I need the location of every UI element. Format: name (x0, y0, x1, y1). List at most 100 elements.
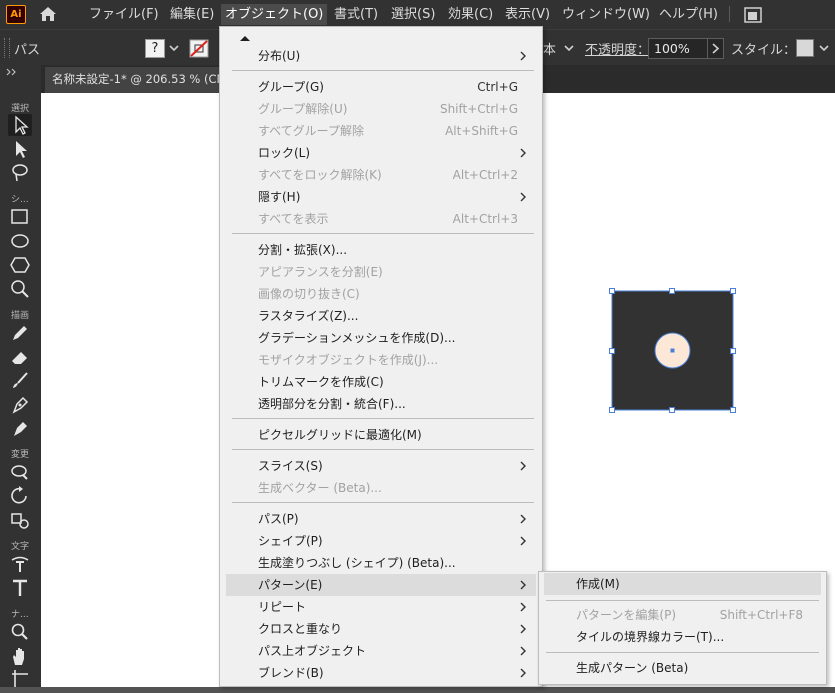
menu-effect[interactable]: 効果(C) (444, 4, 497, 25)
ellipse-icon[interactable] (8, 230, 32, 252)
menu-item-label: 作成(M) (576, 577, 620, 591)
menu-item-shortcut: Alt+Ctrl+3 (452, 212, 518, 226)
menu-item-pattern[interactable]: パターン(E) (226, 574, 536, 596)
menu-item-label: 生成ベクター (Beta)... (258, 481, 382, 495)
menu-item-slice[interactable]: スライス(S) (226, 455, 536, 477)
document-tab[interactable]: 名称未設定-1* @ 206.53 % (CMY (45, 67, 225, 93)
curvature-icon[interactable] (8, 418, 32, 440)
menu-item-label: グループ解除(U) (258, 102, 348, 116)
menu-item-label: アピアランスを分割(E) (258, 265, 383, 279)
puppet-warp-icon[interactable] (8, 509, 32, 531)
menu-separator (232, 70, 534, 71)
menu-item-intertwine[interactable]: クロスと重なり (226, 618, 536, 640)
menu-item-shortcut: Alt+Shift+G (445, 124, 518, 138)
menu-item-label: すべてグループ解除 (258, 124, 364, 138)
menu-item-objects-on-path[interactable]: パス上オブジェクト (226, 640, 536, 662)
menu-item-label: グラデーションメッシュを作成(D)... (258, 331, 456, 345)
menu-item-label: パス上オブジェクト (258, 644, 367, 658)
none-stroke-icon[interactable] (189, 39, 209, 58)
menu-window[interactable]: ウィンドウ(W) (558, 4, 654, 25)
opacity-input[interactable]: 100% (648, 38, 708, 59)
type-icon[interactable] (8, 577, 32, 599)
menu-file[interactable]: ファイル(F) (85, 4, 163, 25)
menubar-divider (729, 6, 730, 22)
submenu-arrow-icon (520, 192, 526, 202)
object-menu: 分布(U) グループ(G) Ctrl+G グループ解除(U) Shift+Ctr… (219, 26, 543, 687)
menu-item-shape[interactable]: シェイプ(P) (226, 530, 536, 552)
submenu-item-edit-pattern: パターンを編集(P) Shift+Ctrl+F8 (544, 604, 821, 626)
menu-object[interactable]: オブジェクト(O) (221, 4, 328, 25)
menu-separator (232, 418, 534, 419)
graphic-style-swatch[interactable] (796, 39, 814, 57)
rotate-icon[interactable] (8, 485, 32, 507)
menu-item-rasterize[interactable]: ラスタライズ(Z)... (226, 305, 536, 327)
menu-item-pixel-grid[interactable]: ピクセルグリッドに最適化(M) (226, 424, 536, 446)
panel-grip (4, 38, 10, 58)
selection-icon[interactable] (8, 114, 32, 136)
menu-item-label: ピクセルグリッドに最適化(M) (258, 428, 422, 442)
menu-help[interactable]: ヘルプ(H) (655, 4, 722, 25)
brush-label: 本 (543, 43, 557, 58)
tool-section-label: 変更 (11, 450, 30, 460)
menu-item-label: モザイクオブジェクトを作成(J)... (258, 353, 439, 367)
menu-item-flatten-transparency[interactable]: 透明部分を分割・統合(F)... (226, 393, 536, 415)
menu-item-label: 分布(U) (258, 49, 301, 63)
scroll-up-arrow-icon[interactable] (239, 31, 251, 41)
unknown-fill-icon[interactable]: ? (145, 39, 165, 58)
zoom-icon[interactable] (8, 621, 32, 643)
home-icon[interactable] (37, 4, 59, 24)
menu-type[interactable]: 書式(T) (330, 4, 382, 25)
chevron-down-icon[interactable] (563, 41, 575, 55)
menu-item-label: 分割・拡張(X)... (258, 243, 348, 257)
submenu-item-tile-edge-color[interactable]: タイルの境界線カラー(T)... (544, 626, 821, 648)
submenu-arrow-icon (520, 536, 526, 546)
menu-item-lock[interactable]: ロック(L) (226, 142, 536, 164)
menu-item-path[interactable]: パス(P) (226, 508, 536, 530)
menu-item-label: トリムマークを作成(C) (258, 375, 384, 389)
eraser-icon[interactable] (8, 346, 32, 368)
chevron-down-icon[interactable] (168, 41, 180, 55)
pen-icon[interactable] (8, 394, 32, 416)
menu-item-label: 隠す(H) (258, 190, 301, 204)
menu-item-expand-appearance: アピアランスを分割(E) (226, 261, 536, 283)
submenu-arrow-icon (520, 646, 526, 656)
direct-selection-icon[interactable] (8, 138, 32, 160)
rectangle-icon[interactable] (8, 206, 32, 228)
type-on-path-icon[interactable] (8, 553, 32, 575)
chevron-down-icon[interactable] (818, 41, 830, 55)
reshape-icon[interactable] (8, 461, 32, 483)
center-point (670, 348, 675, 353)
menu-item-label: 画像の切り抜き(C) (258, 287, 360, 301)
menu-item-label: すべてをロック解除(K) (258, 168, 382, 182)
arrange-documents-icon[interactable] (742, 5, 764, 25)
menu-item-hide[interactable]: 隠す(H) (226, 186, 536, 208)
menu-item-trim-marks[interactable]: トリムマークを作成(C) (226, 371, 536, 393)
menu-item-repeat[interactable]: リピート (226, 596, 536, 618)
menu-item-generative-vector: 生成ベクター (Beta)... (226, 477, 536, 499)
menu-edit[interactable]: 編集(E) (166, 4, 218, 25)
submenu-item-generative-pattern[interactable]: 生成パターン (Beta) (544, 657, 821, 679)
menu-view[interactable]: 表示(V) (501, 4, 554, 25)
shape-builder-icon[interactable] (8, 278, 32, 300)
opacity-label[interactable]: 不透明度： (585, 39, 650, 58)
submenu-arrow-icon (520, 514, 526, 524)
pencil-icon[interactable] (8, 322, 32, 344)
menu-item-expand[interactable]: 分割・拡張(X)... (226, 239, 536, 261)
menu-item-generative-fill[interactable]: 生成塗りつぶし (シェイプ) (Beta)... (226, 552, 536, 574)
menu-select[interactable]: 選択(S) (387, 4, 439, 25)
chevron-right-icon[interactable] (707, 38, 724, 59)
menu-item-group[interactable]: グループ(G) Ctrl+G (226, 76, 536, 98)
menu-separator (232, 233, 534, 234)
lasso-icon[interactable] (8, 162, 32, 184)
polygon-icon[interactable] (8, 254, 32, 276)
menu-item-distribute[interactable]: 分布(U) (226, 45, 536, 67)
hand-icon[interactable] (8, 645, 32, 667)
menu-item-label: パス(P) (258, 512, 299, 526)
menu-item-blend[interactable]: ブレンド(B) (226, 662, 536, 684)
paintbrush-icon[interactable] (8, 370, 32, 392)
menu-item-mosaic: モザイクオブジェクトを作成(J)... (226, 349, 536, 371)
submenu-arrow-icon (520, 580, 526, 590)
menu-item-gradient-mesh[interactable]: グラデーションメッシュを作成(D)... (226, 327, 536, 349)
submenu-item-make[interactable]: 作成(M) (544, 573, 821, 595)
panel-collapse-icon[interactable] (6, 66, 18, 76)
